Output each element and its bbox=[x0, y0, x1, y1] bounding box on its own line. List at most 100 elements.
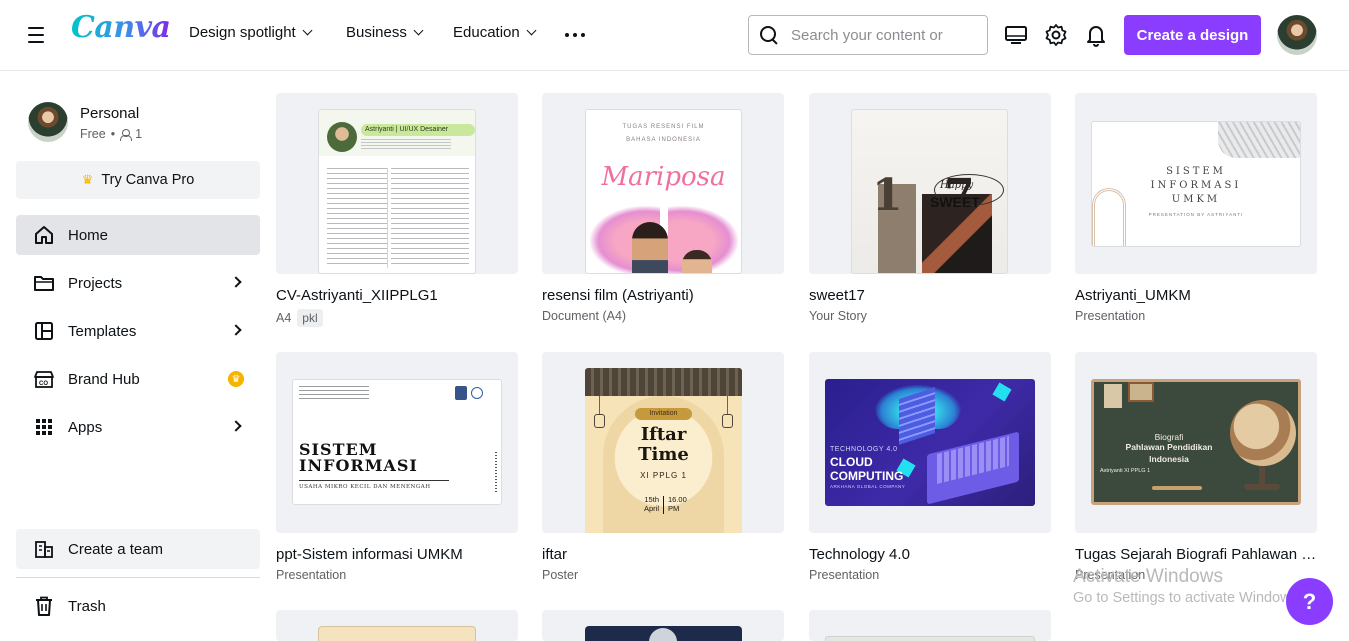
design-title[interactable]: sweet17 bbox=[809, 287, 1051, 304]
chevron-right-icon bbox=[230, 276, 242, 288]
design-card-umkm[interactable]: SISTEM INFORMASI UMKM PRESENTATION BY AS… bbox=[1075, 93, 1317, 323]
design-thumbnail[interactable]: SISTEM INFORMASI UMKM PRESENTATION BY AS… bbox=[1075, 93, 1317, 274]
canva-logo[interactable]: Canva bbox=[71, 10, 171, 45]
design-type: Document (A4) bbox=[542, 309, 627, 323]
resensi-top-line: TUGAS RESENSI FILM bbox=[622, 124, 705, 130]
design-card-cv[interactable]: Astriyanti | UI/UX Desainer CV-Astriyant… bbox=[276, 93, 518, 327]
nav-label: Design spotlight bbox=[189, 24, 296, 41]
design-card-partial[interactable] bbox=[809, 610, 1051, 641]
iftar-divider bbox=[663, 496, 664, 514]
design-tag[interactable]: pkl bbox=[297, 309, 323, 327]
sidebar-item-templates[interactable]: Templates bbox=[16, 311, 260, 351]
design-type: Presentation bbox=[809, 568, 880, 582]
try-pro-label: Try Canva Pro bbox=[101, 172, 195, 188]
sidebar-item-label: Home bbox=[68, 226, 109, 244]
design-meta: Your Story bbox=[809, 309, 1051, 323]
menu-icon[interactable] bbox=[22, 22, 50, 48]
design-card-biografi[interactable]: Biografi Pahlawan Pendidikan Indonesia A… bbox=[1075, 352, 1317, 582]
design-title[interactable]: resensi film (Astriyanti) bbox=[542, 287, 784, 304]
nav-education[interactable]: Education bbox=[453, 24, 553, 41]
top-nav: Design spotlight Business Education bbox=[189, 24, 553, 41]
cv-lines bbox=[327, 168, 387, 268]
profile-name[interactable]: Personal bbox=[80, 105, 139, 122]
sidebar-item-apps[interactable]: Apps bbox=[16, 407, 260, 447]
separator-dot: • bbox=[110, 127, 116, 141]
design-title[interactable]: iftar bbox=[542, 546, 784, 563]
iftar-hour: 16.00 bbox=[668, 495, 687, 504]
iftar-time: 16.00 PM bbox=[668, 495, 694, 513]
design-meta: Document (A4) bbox=[542, 309, 784, 323]
bell-icon[interactable] bbox=[1083, 22, 1109, 48]
design-card-iftar[interactable]: Invitation Iftar Time XI PPLG 1 15th Apri… bbox=[542, 352, 784, 582]
ppt-subtitle: USAHA MIKRO KECIL DAN MENENGAH bbox=[299, 484, 431, 490]
design-card-technology[interactable]: TECHNOLOGY 4.0 CLOUD COMPUTING ARKHANA G… bbox=[809, 352, 1051, 582]
design-title[interactable]: CV-Astriyanti_XIIPPLG1 bbox=[276, 287, 518, 304]
crown-icon: ♛ bbox=[81, 172, 94, 187]
design-thumbnail[interactable]: Biografi Pahlawan Pendidikan Indonesia A… bbox=[1075, 352, 1317, 533]
sweet-page: 1 7 Happy SWEET bbox=[851, 109, 1008, 274]
design-card-partial[interactable] bbox=[542, 610, 784, 641]
design-thumbnail[interactable] bbox=[809, 610, 1051, 641]
search-box[interactable] bbox=[748, 15, 988, 55]
partial-thumb bbox=[318, 626, 476, 641]
sidebar-item-trash[interactable]: Trash bbox=[16, 586, 260, 626]
iftar-date: 15th April bbox=[637, 495, 659, 513]
chevron-right-icon bbox=[230, 324, 242, 336]
iftar-class: XI PPLG 1 bbox=[640, 471, 687, 480]
design-thumbnail[interactable]: 1 7 Happy SWEET bbox=[809, 93, 1051, 274]
design-thumbnail[interactable] bbox=[542, 610, 784, 641]
iftar-poster: Invitation Iftar Time XI PPLG 1 15th Apri… bbox=[585, 368, 742, 533]
iftar-month: April bbox=[643, 504, 659, 513]
nav-label: Business bbox=[346, 24, 407, 41]
design-title[interactable]: Tugas Sejarah Biografi Pahlawan P... bbox=[1075, 546, 1317, 563]
sweet-title: SWEET bbox=[930, 194, 980, 210]
iftar-pattern bbox=[585, 368, 742, 396]
sidebar-item-projects[interactable]: Projects bbox=[16, 263, 260, 303]
globe-stand bbox=[1259, 466, 1265, 486]
create-design-button[interactable]: Create a design bbox=[1124, 15, 1261, 55]
design-card-partial[interactable] bbox=[276, 610, 518, 641]
design-card-sweet17[interactable]: 1 7 Happy SWEET sweet17 Your Story bbox=[809, 93, 1051, 323]
sidebar-item-home[interactable]: Home bbox=[16, 215, 260, 255]
design-thumbnail[interactable]: SISTEM INFORMASI USAHA MIKRO KECIL DAN M… bbox=[276, 352, 518, 533]
ppt-vertical-text bbox=[495, 452, 497, 492]
iftar-day: 15th bbox=[644, 495, 659, 504]
design-thumbnail[interactable]: TECHNOLOGY 4.0 CLOUD COMPUTING ARKHANA G… bbox=[809, 352, 1051, 533]
design-thumbnail[interactable]: Invitation Iftar Time XI PPLG 1 15th Apri… bbox=[542, 352, 784, 533]
try-pro-button[interactable]: ♛ Try Canva Pro bbox=[16, 161, 260, 199]
profile-avatar[interactable] bbox=[28, 102, 68, 142]
design-title[interactable]: Technology 4.0 bbox=[809, 546, 1051, 563]
bio-title: Indonesia bbox=[1149, 454, 1189, 464]
lantern-string bbox=[599, 396, 600, 414]
design-card-ppt[interactable]: SISTEM INFORMASI USAHA MIKRO KECIL DAN M… bbox=[276, 352, 518, 582]
nav-business[interactable]: Business bbox=[346, 24, 453, 41]
help-button[interactable]: ? bbox=[1286, 578, 1333, 625]
design-card-resensi[interactable]: TUGAS RESENSI FILM BAHASA INDONESIA Mari… bbox=[542, 93, 784, 323]
design-thumbnail[interactable] bbox=[276, 610, 518, 641]
resensi-title: Mariposa bbox=[601, 162, 726, 192]
design-title[interactable]: Astriyanti_UMKM bbox=[1075, 287, 1317, 304]
nav-design-spotlight[interactable]: Design spotlight bbox=[189, 24, 346, 41]
design-title[interactable]: ppt-Sistem informasi UMKM bbox=[276, 546, 518, 563]
more-icon[interactable] bbox=[565, 33, 585, 37]
search-input[interactable] bbox=[791, 26, 981, 44]
sweet-happy: Happy bbox=[940, 180, 974, 191]
person-figure bbox=[632, 222, 668, 273]
trash-label: Trash bbox=[68, 597, 106, 615]
design-meta: Presentation bbox=[809, 568, 1051, 582]
design-thumbnail[interactable]: TUGAS RESENSI FILM BAHASA INDONESIA Mari… bbox=[542, 93, 784, 274]
ppt-rule bbox=[299, 480, 449, 481]
windows-activation-title: Activate Windows bbox=[1073, 566, 1223, 587]
gear-icon[interactable] bbox=[1043, 22, 1069, 48]
design-thumbnail[interactable]: Astriyanti | UI/UX Desainer bbox=[276, 93, 518, 274]
desktop-app-icon[interactable] bbox=[1003, 22, 1029, 48]
search-icon bbox=[759, 25, 779, 45]
sidebar: Personal Free • 1 ♛ Try Canva Pro Home P… bbox=[0, 71, 276, 641]
pen-icon bbox=[1152, 486, 1202, 490]
user-avatar[interactable] bbox=[1277, 15, 1317, 55]
trash-icon bbox=[36, 596, 52, 616]
design-type: Presentation bbox=[1075, 309, 1146, 323]
design-type: A4 bbox=[276, 311, 292, 325]
sidebar-item-brand-hub[interactable]: CO Brand Hub ♛ bbox=[16, 359, 260, 399]
create-team-button[interactable]: Create a team bbox=[16, 529, 260, 569]
